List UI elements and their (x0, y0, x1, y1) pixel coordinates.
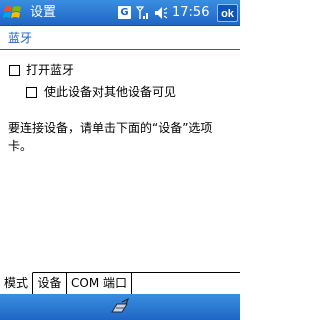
tab-strip: 模式 设备 COM 端口 (0, 272, 240, 294)
ok-button[interactable]: ok (217, 4, 238, 22)
turn-on-bluetooth-label[interactable]: 打开蓝牙 (26, 62, 74, 78)
header-divider (0, 49, 240, 50)
tab-devices[interactable]: 设备 (33, 273, 67, 294)
signal-strength-icon[interactable] (136, 5, 150, 21)
speaker-icon[interactable] (154, 5, 168, 21)
page-header: 蓝牙 (8, 31, 33, 45)
window-title: 设置 (30, 5, 57, 20)
turn-on-bluetooth-checkbox[interactable] (9, 65, 20, 76)
tab-com-ports[interactable]: COM 端口 (67, 273, 132, 294)
windows-flag-icon[interactable] (3, 3, 23, 23)
gprs-badge: G (118, 6, 131, 19)
make-visible-checkbox[interactable] (26, 87, 37, 98)
keyboard-icon[interactable] (108, 298, 132, 316)
menu-bar (0, 294, 240, 320)
tab-mode[interactable]: 模式 (0, 272, 33, 294)
make-visible-label[interactable]: 使此设备对其他设备可见 (44, 84, 176, 100)
title-bar: 设置 G 17:56 ok (0, 0, 240, 26)
clock[interactable]: 17:56 (172, 5, 209, 21)
info-text: 要连接设备，请单击下面的“设备”选项卡。 (8, 121, 213, 153)
